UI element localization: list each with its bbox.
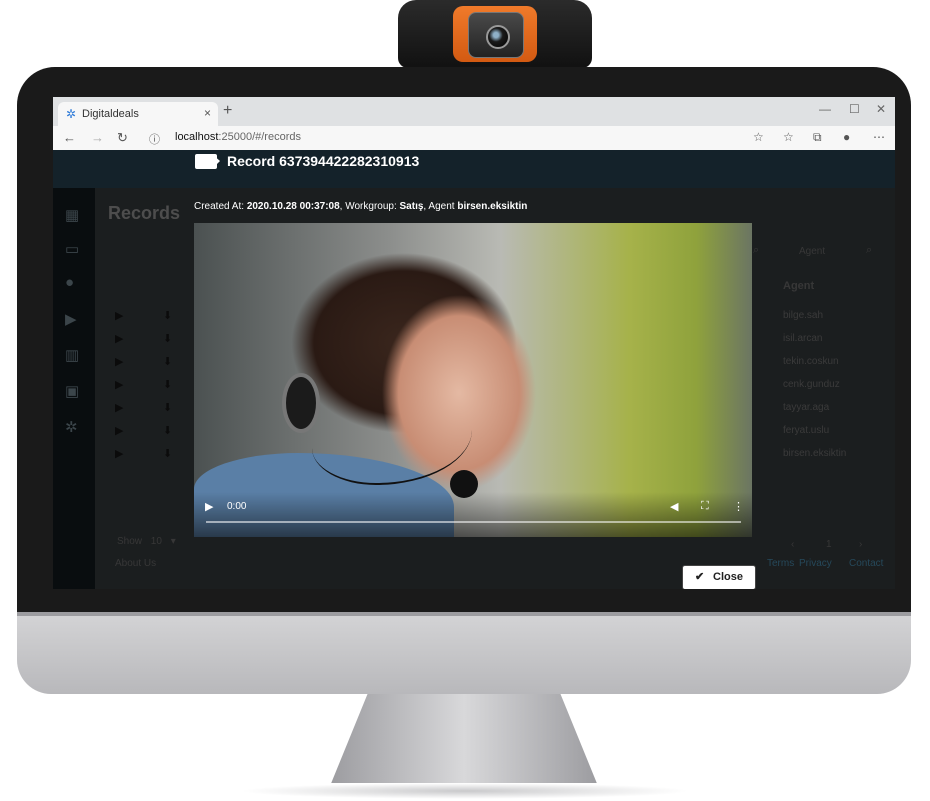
address-bar: ← → ↻ ⓘ localhost:25000/#/records ☆ ☆ ⧉ … — [53, 126, 895, 151]
play-icon[interactable]: ▶ — [205, 500, 213, 513]
check-icon: ✔ — [695, 571, 705, 583]
window-close-icon[interactable]: ✕ — [876, 102, 886, 116]
url-host: localhost — [175, 131, 219, 143]
workgroup-label: , Workgroup: — [339, 201, 397, 212]
url-field[interactable]: localhost:25000/#/records — [175, 131, 301, 143]
url-path: :25000/#/records — [218, 131, 301, 143]
arrow-right-icon[interactable]: → — [91, 130, 104, 145]
webcam-lens-housing — [468, 12, 524, 58]
monitor-chin — [17, 612, 911, 694]
webcam-lens — [486, 25, 510, 49]
info-icon[interactable]: ⓘ — [149, 131, 160, 147]
volume-icon[interactable]: ◀ — [670, 500, 678, 513]
video-controls-bar — [194, 492, 752, 537]
fullscreen-icon[interactable]: ⛶ — [701, 500, 709, 513]
tab-close-icon[interactable]: × — [204, 106, 211, 120]
minimize-icon[interactable]: — — [819, 102, 831, 116]
modal-title-text: Record 637394422282310913 — [227, 153, 420, 169]
record-meta: Created At: 2020.10.28 00:37:08, Workgro… — [194, 201, 527, 212]
monitor-chin-edge — [17, 612, 911, 616]
more-icon[interactable]: ⋯ — [873, 130, 885, 144]
agent-value: birsen.eksiktin — [457, 201, 528, 212]
created-label: Created At: — [194, 201, 245, 212]
favorites-icon[interactable]: ☆ — [783, 130, 794, 144]
created-value: 2020.10.28 00:37:08 — [246, 201, 340, 212]
video-frame-shape — [312, 393, 472, 485]
video-player[interactable] — [194, 223, 752, 537]
maximize-icon[interactable]: ☐ — [849, 102, 860, 116]
workgroup-value: Satış — [399, 201, 424, 212]
monitor-base-shadow — [240, 783, 690, 799]
monitor-stand — [330, 694, 598, 786]
collections-icon[interactable]: ⧉ — [813, 130, 822, 145]
video-camera-icon — [195, 154, 220, 169]
close-label: Close — [713, 571, 743, 583]
close-button[interactable]: ✔ Close — [682, 565, 756, 589]
star-icon[interactable]: ☆ — [753, 130, 764, 144]
video-frame-shape — [282, 373, 320, 433]
new-tab-button[interactable]: + — [223, 102, 232, 120]
agent-label: , Agent — [423, 201, 455, 212]
video-progress-bar[interactable] — [206, 521, 741, 523]
more-icon[interactable]: ⋮ — [733, 500, 744, 513]
profile-icon[interactable]: ● — [843, 130, 850, 144]
arrow-left-icon[interactable]: ← — [63, 130, 76, 145]
tab-title: Digitaldeals — [82, 108, 139, 120]
screen: ✲ Digitaldeals × + — ☐ ✕ ← → ↻ ⓘ localho… — [53, 97, 895, 589]
browser-tab[interactable]: ✲ Digitaldeals × — [58, 102, 218, 126]
browser-tab-bar: ✲ Digitaldeals × + — ☐ ✕ — [53, 97, 895, 126]
video-time: 0:00 — [227, 501, 247, 512]
refresh-icon[interactable]: ↻ — [117, 130, 128, 146]
webcam — [398, 0, 592, 68]
gear-icon: ✲ — [66, 107, 77, 121]
